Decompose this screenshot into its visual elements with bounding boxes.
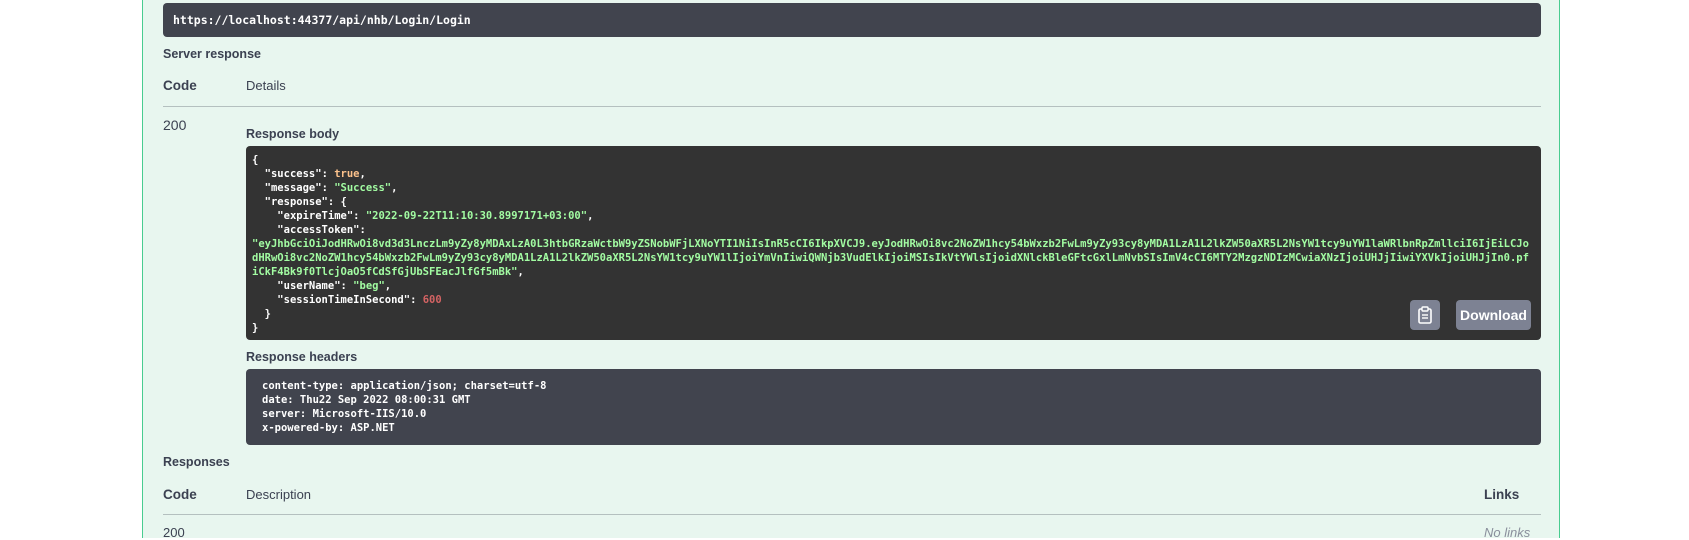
json-key-username: "userName" <box>277 280 341 292</box>
responses-code-header: Code <box>163 487 197 502</box>
request-url: https://localhost:44377/api/nhb/Login/Lo… <box>163 3 1541 37</box>
json-open-inner: { <box>340 196 347 208</box>
header-line: x-powered-by: ASP.NET <box>262 422 395 434</box>
json-val-success: true <box>334 168 360 180</box>
response-headers-label: Response headers <box>246 350 358 364</box>
responses-first-links: No links <box>1484 525 1531 540</box>
responses-links-header: Links <box>1484 487 1520 502</box>
response-headers[interactable]: content-type: application/json; charset=… <box>246 369 1541 445</box>
server-response-details-header: Details <box>246 78 286 93</box>
responses-first-code: 200 <box>163 525 185 540</box>
header-line: content-type: application/json; charset=… <box>262 380 547 392</box>
header-line: date: Thu22 Sep 2022 08:00:31 GMT <box>262 394 471 406</box>
server-response-title: Server response <box>163 47 261 61</box>
responses-description-header: Description <box>246 487 312 502</box>
json-val-expire: "2022-09-22T11:10:30.8997171+03:00" <box>365 210 588 222</box>
json-open-brace: { <box>252 154 259 166</box>
json-close-inner: } <box>264 308 271 320</box>
json-val-token: "eyJhbGciOiJodHRwOi8vd3d3LnczLm9yZy8yMDA… <box>252 238 1529 278</box>
json-val-message: "Success" <box>334 182 392 194</box>
json-key-response: "response" <box>264 196 328 208</box>
json-key-expire: "expireTime" <box>277 210 354 222</box>
json-key-session: "sessionTimeInSecond" <box>277 294 411 306</box>
json-key-success: "success" <box>264 168 322 180</box>
response-body-label: Response body <box>246 127 340 141</box>
header-line: server: Microsoft-IIS/10.0 <box>262 408 427 420</box>
clipboard-icon <box>1418 306 1432 324</box>
responses-divider <box>163 514 1541 515</box>
json-close-brace: } <box>252 322 259 334</box>
responses-title: Responses <box>163 455 230 469</box>
json-key-token: "accessToken" <box>277 224 360 236</box>
server-response-code-header: Code <box>163 78 197 93</box>
server-response-divider <box>163 106 1541 107</box>
response-body[interactable]: { "success": true, "message": "Success",… <box>246 146 1541 340</box>
json-val-session: 600 <box>422 294 442 306</box>
copy-to-clipboard-button[interactable] <box>1410 300 1440 330</box>
status-code: 200 <box>163 117 187 133</box>
download-button[interactable]: Download <box>1456 300 1531 330</box>
json-val-username: "beg" <box>353 280 385 292</box>
json-key-message: "message" <box>264 182 322 194</box>
